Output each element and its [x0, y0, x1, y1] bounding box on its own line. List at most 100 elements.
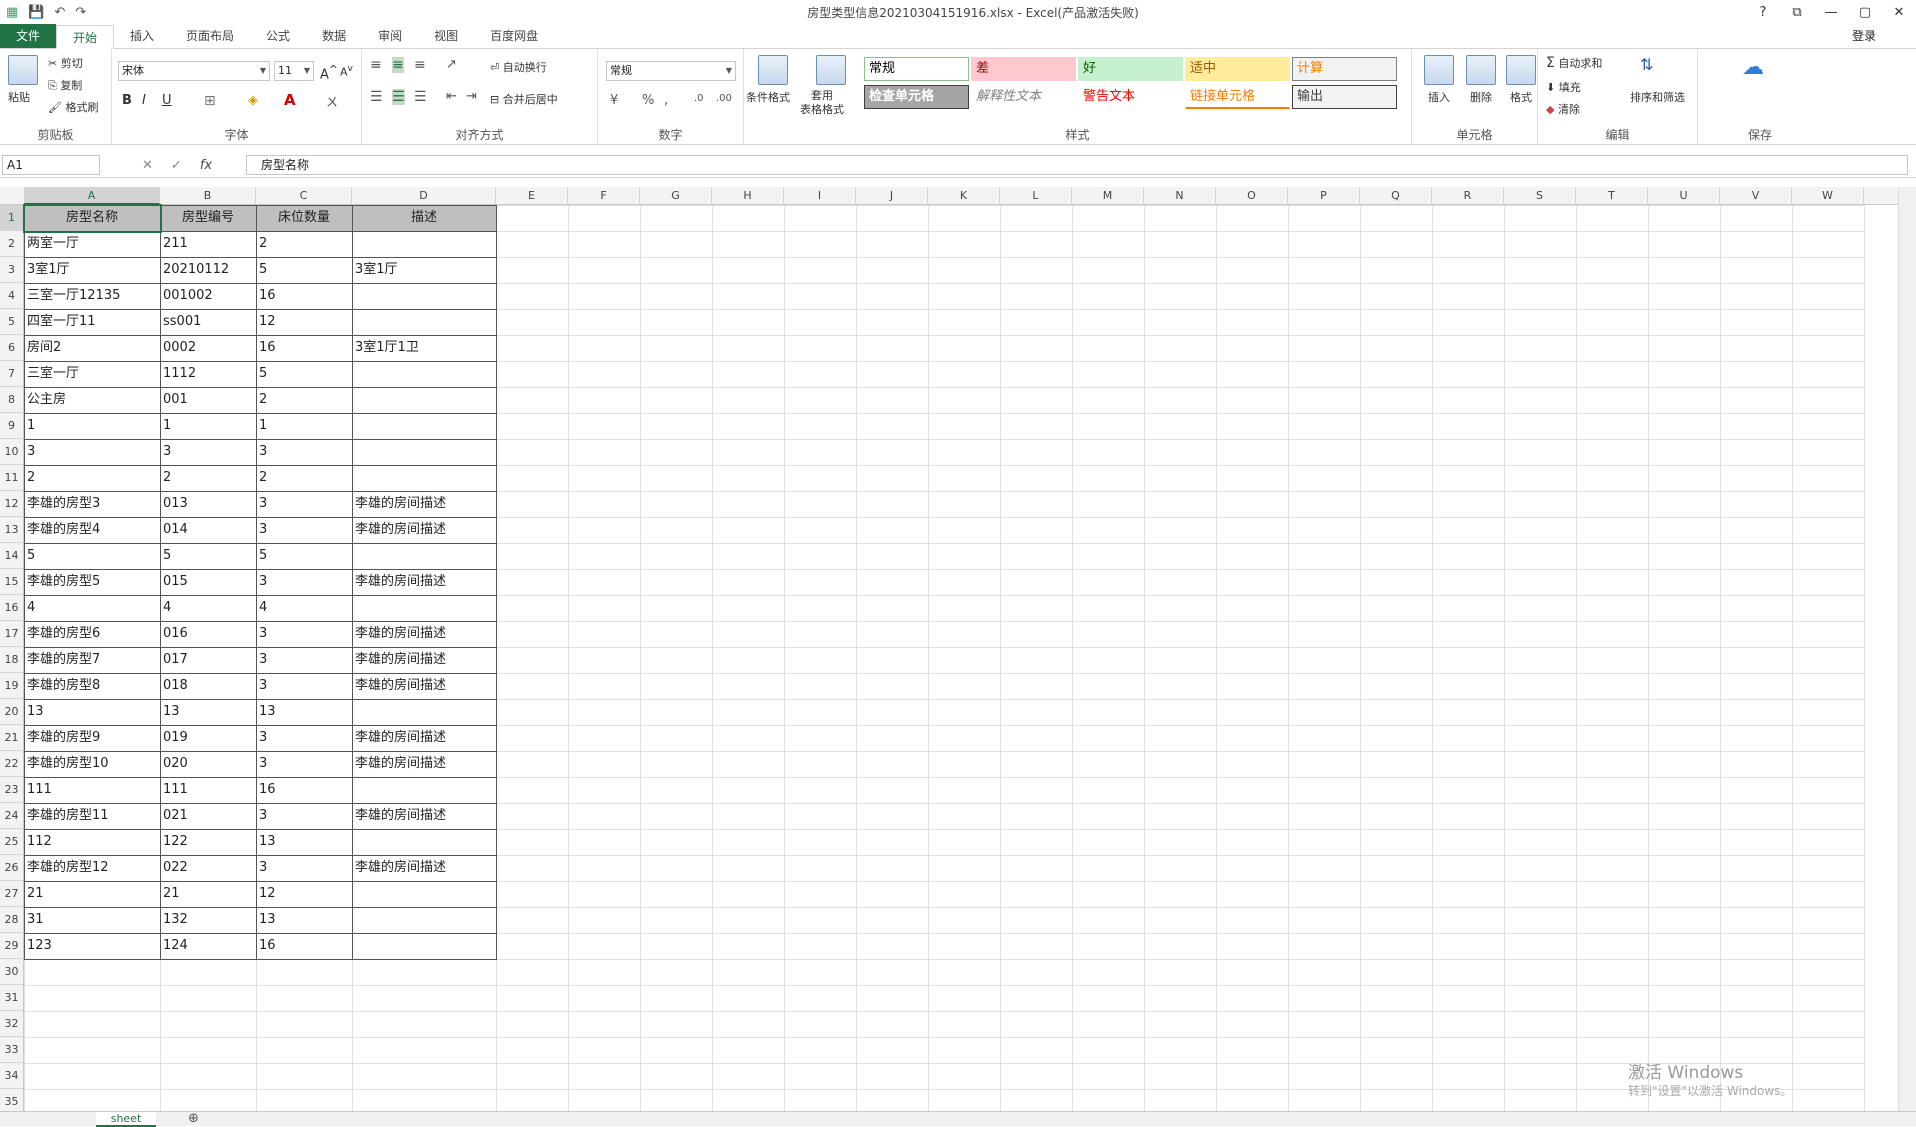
delete-cells-icon[interactable]: [1466, 55, 1496, 85]
table-cell[interactable]: ss001: [160, 309, 256, 335]
table-format-button[interactable]: 套用 表格格式: [800, 89, 844, 117]
row-header[interactable]: 8: [0, 387, 24, 413]
table-cell[interactable]: 李雄的房间描述: [352, 673, 496, 699]
cell-style-option[interactable]: 检查单元格: [864, 85, 969, 109]
cell-style-option[interactable]: 链接单元格: [1185, 85, 1290, 109]
table-cell[interactable]: 李雄的房间描述: [352, 621, 496, 647]
clear-button[interactable]: ◆ 清除: [1546, 101, 1580, 117]
table-cell[interactable]: 018: [160, 673, 256, 699]
row-header[interactable]: 34: [0, 1063, 24, 1089]
table-cell[interactable]: 李雄的房间描述: [352, 751, 496, 777]
column-header[interactable]: T: [1576, 187, 1648, 205]
row-header[interactable]: 24: [0, 803, 24, 829]
table-cell[interactable]: [352, 465, 496, 491]
tab-home[interactable]: 开始: [56, 25, 115, 49]
table-format-icon[interactable]: [816, 55, 846, 85]
table-cell[interactable]: 16: [256, 933, 352, 959]
table-cell[interactable]: 李雄的房型7: [24, 647, 160, 673]
table-cell[interactable]: 2: [160, 465, 256, 491]
table-cell[interactable]: [352, 699, 496, 725]
table-cell[interactable]: 0002: [160, 335, 256, 361]
table-cell[interactable]: 31: [24, 907, 160, 933]
column-header[interactable]: C: [256, 187, 352, 205]
row-header[interactable]: 22: [0, 751, 24, 777]
cell-style-option[interactable]: 常规: [864, 57, 969, 81]
table-cell[interactable]: [352, 829, 496, 855]
redo-icon[interactable]: ↷: [75, 5, 86, 20]
table-cell[interactable]: 13: [256, 829, 352, 855]
table-cell[interactable]: 李雄的房型10: [24, 751, 160, 777]
table-cell[interactable]: 3: [160, 439, 256, 465]
row-header[interactable]: 33: [0, 1037, 24, 1063]
table-cell[interactable]: [352, 933, 496, 959]
table-cell[interactable]: 李雄的房间描述: [352, 647, 496, 673]
column-header[interactable]: E: [496, 187, 568, 205]
table-cell[interactable]: 4: [256, 595, 352, 621]
fill-button[interactable]: ⬇ 填充: [1546, 79, 1581, 95]
table-cell[interactable]: 112: [24, 829, 160, 855]
table-cell[interactable]: 李雄的房间描述: [352, 725, 496, 751]
underline-button[interactable]: U: [162, 93, 172, 108]
align-top-icon[interactable]: ≡: [370, 57, 382, 73]
delete-cells-button[interactable]: 删除: [1470, 89, 1492, 105]
worksheet-grid[interactable]: ABCDEFGHIJKLMNOPQRSTUVW 1 2 3 4 5 6 7 8 9 10 11 12 1…: [0, 187, 1916, 1111]
table-cell[interactable]: 李雄的房间描述: [352, 517, 496, 543]
save-icon[interactable]: 💾: [28, 5, 44, 20]
align-left-icon[interactable]: ☰: [370, 89, 383, 105]
row-header[interactable]: 20: [0, 699, 24, 725]
row-header[interactable]: 21: [0, 725, 24, 751]
cell-style-option[interactable]: 计算: [1292, 57, 1397, 81]
italic-button[interactable]: I: [142, 93, 146, 108]
font-size-select[interactable]: 11 ▼: [274, 61, 314, 81]
table-cell[interactable]: 李雄的房间描述: [352, 569, 496, 595]
help-button[interactable]: ?: [1746, 5, 1780, 20]
row-header[interactable]: 1: [0, 205, 24, 231]
table-cell[interactable]: 21: [160, 881, 256, 907]
table-cell[interactable]: 015: [160, 569, 256, 595]
conditional-format-icon[interactable]: [758, 55, 788, 85]
table-cell[interactable]: [352, 595, 496, 621]
table-cell[interactable]: 014: [160, 517, 256, 543]
column-header[interactable]: J: [856, 187, 928, 205]
table-cell[interactable]: 019: [160, 725, 256, 751]
row-header[interactable]: 30: [0, 959, 24, 985]
table-cell[interactable]: 李雄的房型5: [24, 569, 160, 595]
row-header[interactable]: 3: [0, 257, 24, 283]
paste-icon[interactable]: [8, 55, 38, 85]
conditional-format-button[interactable]: 条件格式: [746, 89, 790, 105]
column-header[interactable]: H: [712, 187, 784, 205]
table-cell[interactable]: 16: [256, 335, 352, 361]
grow-font-button[interactable]: A^: [320, 63, 338, 82]
column-header[interactable]: P: [1288, 187, 1360, 205]
table-cell[interactable]: 12: [256, 309, 352, 335]
shrink-font-button[interactable]: Av: [340, 63, 353, 79]
table-cell[interactable]: 3: [256, 751, 352, 777]
cell-style-option[interactable]: 输出: [1292, 85, 1397, 109]
format-cells-button[interactable]: 格式: [1510, 89, 1532, 105]
cell-style-option[interactable]: 差: [971, 57, 1076, 81]
row-header[interactable]: 14: [0, 543, 24, 569]
row-header[interactable]: 7: [0, 361, 24, 387]
table-cell[interactable]: [352, 439, 496, 465]
table-cell[interactable]: 1112: [160, 361, 256, 387]
undo-icon[interactable]: ↶: [54, 5, 65, 20]
format-painter-button[interactable]: 🖌 格式刷: [48, 99, 98, 115]
vertical-scrollbar[interactable]: [1898, 187, 1916, 1111]
column-header[interactable]: Q: [1360, 187, 1432, 205]
row-header[interactable]: 10: [0, 439, 24, 465]
table-cell[interactable]: 李雄的房间描述: [352, 491, 496, 517]
table-cell[interactable]: 1: [256, 413, 352, 439]
row-header[interactable]: 28: [0, 907, 24, 933]
tab-review[interactable]: 审阅: [362, 24, 418, 48]
table-cell[interactable]: 公主房: [24, 387, 160, 413]
tab-data[interactable]: 数据: [306, 24, 362, 48]
table-cell[interactable]: 124: [160, 933, 256, 959]
percent-icon[interactable]: %: [642, 93, 654, 108]
table-cell[interactable]: 5: [256, 257, 352, 283]
row-header[interactable]: 27: [0, 881, 24, 907]
column-header[interactable]: V: [1720, 187, 1792, 205]
cell-style-option[interactable]: 适中: [1185, 57, 1290, 81]
row-header[interactable]: 2: [0, 231, 24, 257]
table-cell[interactable]: 013: [160, 491, 256, 517]
function-icon[interactable]: fx: [200, 158, 212, 173]
